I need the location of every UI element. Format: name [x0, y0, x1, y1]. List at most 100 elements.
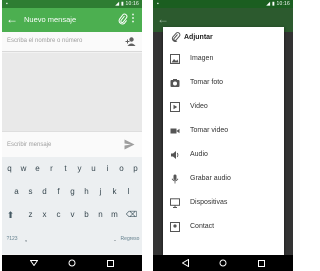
- key[interactable]: p: [129, 160, 142, 178]
- key[interactable]: j: [94, 183, 107, 201]
- key[interactable]: u: [87, 160, 100, 178]
- audio-icon: [171, 151, 179, 159]
- status-indicators: ◢ ▮ 10:16: [266, 1, 290, 7]
- symbols-key[interactable]: ?123: [4, 230, 20, 248]
- key[interactable]: y: [73, 160, 86, 178]
- status-bar: ▪ ◢ ▮ 10:16: [2, 0, 142, 8]
- status-indicators: ◢ ▮ 10:16: [115, 1, 139, 7]
- navigation-bar: [153, 255, 293, 271]
- key[interactable]: c: [52, 206, 65, 224]
- home-nav-icon[interactable]: [65, 257, 79, 269]
- menu-header: Adjuntar: [163, 27, 284, 48]
- key[interactable]: h: [80, 183, 93, 201]
- key[interactable]: t: [59, 160, 72, 178]
- comma-key[interactable]: ,: [22, 230, 30, 248]
- recents-nav-icon[interactable]: [103, 257, 117, 269]
- key[interactable]: o: [115, 160, 128, 178]
- back-arrow-icon: ←: [157, 12, 169, 26]
- menu-title: Adjuntar: [184, 34, 213, 41]
- key[interactable]: g: [66, 183, 79, 201]
- contact-icon: [170, 222, 180, 232]
- keyboard-row-1: q w e r t y u i o p: [2, 160, 142, 178]
- key[interactable]: f: [52, 183, 65, 201]
- status-time: 10:16: [276, 1, 290, 7]
- attach-screen: ▪ ◢ ▮ 10:16 ← Adjuntar Imagen Tomar foto…: [153, 0, 293, 271]
- menu-item-label: Tomar foto: [190, 79, 224, 86]
- key[interactable]: e: [31, 160, 44, 178]
- video-icon: [170, 102, 180, 112]
- menu-item-slides[interactable]: Dispositivas: [163, 192, 284, 216]
- attach-menu: Adjuntar Imagen Tomar foto Video Tomar v…: [163, 27, 284, 255]
- key[interactable]: b: [80, 206, 93, 224]
- key[interactable]: d: [38, 183, 51, 201]
- menu-item-label: Dispositivas: [190, 199, 228, 206]
- menu-item-label: Contact: [190, 223, 215, 230]
- recents-nav-icon[interactable]: [254, 257, 268, 269]
- send-icon[interactable]: [124, 139, 135, 150]
- back-nav-icon[interactable]: [178, 257, 192, 269]
- camera-icon: [170, 79, 180, 87]
- signal-icon: ◢: [266, 1, 271, 7]
- key[interactable]: s: [24, 183, 37, 201]
- status-bar: ▪ ◢ ▮ 10:16: [153, 0, 293, 8]
- battery-icon: ▮: [271, 1, 275, 7]
- enter-key[interactable]: Regreso: [118, 230, 142, 248]
- videocam-icon: [170, 128, 180, 134]
- menu-item-label: Audio: [190, 151, 208, 158]
- more-options-icon[interactable]: ⋮: [128, 13, 138, 25]
- key[interactable]: q: [3, 160, 16, 178]
- menu-item-record-audio[interactable]: Grabar audio: [163, 168, 284, 192]
- notification-icon: ▪: [157, 1, 159, 7]
- keyboard-row-3: ⬆ z x c v b n m ⌫: [2, 206, 142, 224]
- signal-icon: ◢: [115, 1, 120, 7]
- spacebar[interactable]: [32, 230, 112, 248]
- page-title: Nuevo mensaje: [24, 15, 77, 24]
- slideshow-icon: [170, 198, 180, 208]
- navigation-bar: [2, 255, 142, 271]
- backspace-icon[interactable]: ⌫: [125, 206, 138, 224]
- back-arrow-icon[interactable]: ←: [6, 12, 18, 26]
- key[interactable]: v: [66, 206, 79, 224]
- menu-item-label: Tomar video: [190, 127, 229, 134]
- status-time: 10:16: [125, 1, 139, 7]
- back-nav-icon[interactable]: [27, 257, 41, 269]
- shift-icon[interactable]: ⬆: [4, 206, 17, 224]
- menu-item-contact[interactable]: Contact: [163, 216, 284, 240]
- keyboard: q w e r t y u i o p a s d f g h j k l ⬆ …: [2, 157, 142, 254]
- menu-item-take-video[interactable]: Tomar video: [163, 120, 284, 144]
- image-icon: [170, 54, 180, 64]
- key[interactable]: a: [10, 183, 23, 201]
- battery-icon: ▮: [120, 1, 124, 7]
- recipient-row: Escriba el nombre o número: [2, 32, 142, 52]
- menu-item-label: Grabar audio: [190, 175, 231, 182]
- key[interactable]: k: [108, 183, 121, 201]
- key[interactable]: l: [122, 183, 135, 201]
- new-message-screen: ▪ ◢ ▮ 10:16 ← Nuevo mensaje ⋮ Escriba el…: [2, 0, 142, 271]
- key[interactable]: w: [17, 160, 30, 178]
- keyboard-row-4: ?123 , . Regreso: [2, 230, 142, 248]
- attach-icon: [171, 32, 181, 42]
- key[interactable]: m: [108, 206, 121, 224]
- add-contact-icon[interactable]: [125, 36, 136, 47]
- key[interactable]: z: [24, 206, 37, 224]
- menu-item-label: Video: [190, 103, 208, 110]
- key[interactable]: n: [94, 206, 107, 224]
- conversation-area: [2, 53, 142, 131]
- menu-item-take-photo[interactable]: Tomar foto: [163, 72, 284, 96]
- key[interactable]: i: [101, 160, 114, 178]
- recipient-input[interactable]: Escriba el nombre o número: [7, 38, 82, 44]
- key[interactable]: x: [38, 206, 51, 224]
- app-bar: ← Nuevo mensaje ⋮: [2, 8, 142, 32]
- keyboard-row-2: a s d f g h j k l: [2, 183, 142, 201]
- mic-icon: [171, 174, 179, 184]
- compose-row: Escribir mensaje: [2, 131, 142, 157]
- menu-item-video[interactable]: Video: [163, 96, 284, 120]
- key[interactable]: r: [45, 160, 58, 178]
- menu-item-image[interactable]: Imagen: [163, 48, 284, 72]
- menu-item-label: Imagen: [190, 55, 214, 62]
- menu-item-audio[interactable]: Audio: [163, 144, 284, 168]
- compose-input[interactable]: Escribir mensaje: [7, 142, 51, 148]
- notification-icon: ▪: [6, 1, 8, 7]
- attach-icon[interactable]: [118, 13, 128, 25]
- home-nav-icon[interactable]: [216, 257, 230, 269]
